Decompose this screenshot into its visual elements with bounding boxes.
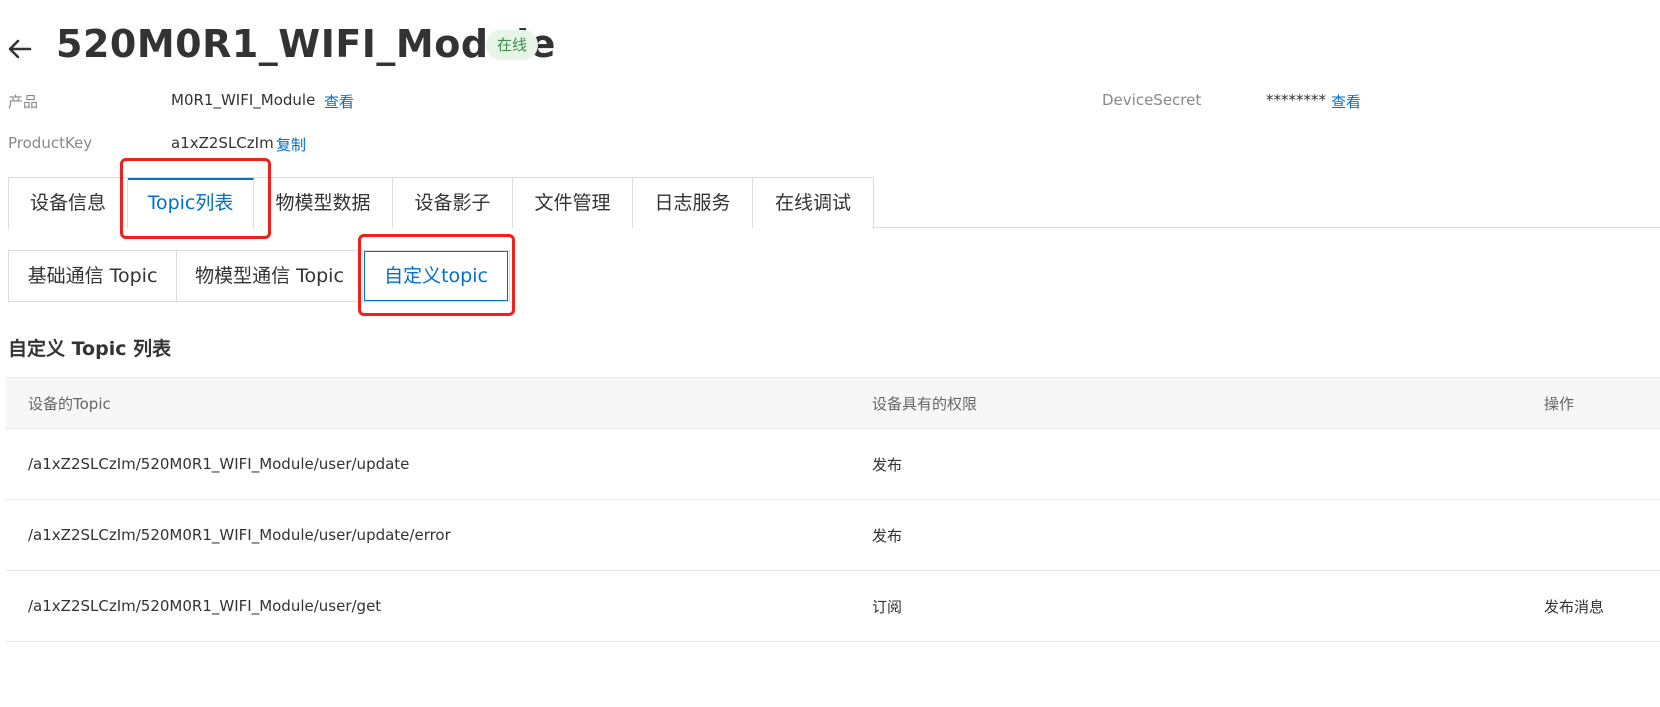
product-value: M0R1_WIFI_Module — [171, 91, 316, 109]
tab-device-info[interactable]: 设备信息 — [9, 178, 128, 228]
back-arrow-icon[interactable] — [6, 34, 34, 62]
table-row: /a1xZ2SLCzIm/520M0R1_WIFI_Module/user/up… — [6, 429, 1660, 500]
topic-table: 设备的Topic 设备具有的权限 操作 /a1xZ2SLCzIm/520M0R1… — [6, 377, 1660, 642]
view-product-link[interactable]: 查看 — [324, 91, 354, 112]
product-label: 产品 — [8, 93, 39, 111]
permission-cell: 发布 — [872, 526, 903, 545]
page-title: 520M0R1_WIFI_Module — [56, 22, 556, 66]
topic-cell: /a1xZ2SLCzIm/520M0R1_WIFI_Module/user/up… — [28, 455, 410, 473]
section-title: 自定义 Topic 列表 — [8, 338, 172, 360]
tab-thing-model-data[interactable]: 物模型数据 — [254, 178, 393, 228]
publish-message-link[interactable]: 发布消息 — [1544, 571, 1604, 641]
sub-tabs: 基础通信 Topic 物模型通信 Topic 自定义topic — [8, 250, 510, 302]
devicesecret-label: DeviceSecret — [1102, 91, 1202, 109]
subtab-thing-model-topic[interactable]: 物模型通信 Topic — [177, 251, 363, 301]
table-row: /a1xZ2SLCzIm/520M0R1_WIFI_Module/user/ge… — [6, 571, 1660, 642]
main-tabs: 设备信息 Topic列表 物模型数据 设备影子 文件管理 日志服务 在线调试 — [8, 177, 874, 229]
tab-log-service[interactable]: 日志服务 — [633, 178, 753, 228]
tab-topic-list[interactable]: Topic列表 — [128, 178, 254, 229]
column-header-permission: 设备具有的权限 — [872, 394, 978, 413]
copy-productkey-link[interactable]: 复制 — [276, 134, 306, 155]
view-devicesecret-link[interactable]: 查看 — [1331, 91, 1361, 112]
devicesecret-value: ******** — [1266, 91, 1326, 109]
column-header-topic: 设备的Topic — [28, 394, 111, 413]
topic-cell: /a1xZ2SLCzIm/520M0R1_WIFI_Module/user/ge… — [28, 597, 382, 615]
tab-file-management[interactable]: 文件管理 — [513, 178, 633, 228]
tab-online-debug[interactable]: 在线调试 — [753, 178, 873, 228]
permission-cell: 订阅 — [872, 597, 903, 616]
table-header: 设备的Topic 设备具有的权限 操作 — [6, 377, 1660, 429]
productkey-label: ProductKey — [8, 134, 93, 152]
subtab-basic-topic[interactable]: 基础通信 Topic — [9, 251, 177, 301]
subtab-custom-topic[interactable]: 自定义topic — [364, 251, 508, 301]
column-header-action: 操作 — [1544, 394, 1575, 413]
tab-device-shadow[interactable]: 设备影子 — [393, 178, 513, 228]
table-row: /a1xZ2SLCzIm/520M0R1_WIFI_Module/user/up… — [6, 500, 1660, 571]
status-badge: 在线 — [486, 30, 539, 60]
topic-cell: /a1xZ2SLCzIm/520M0R1_WIFI_Module/user/up… — [28, 526, 451, 544]
productkey-value: a1xZ2SLCzIm — [171, 134, 274, 152]
permission-cell: 发布 — [872, 455, 903, 474]
